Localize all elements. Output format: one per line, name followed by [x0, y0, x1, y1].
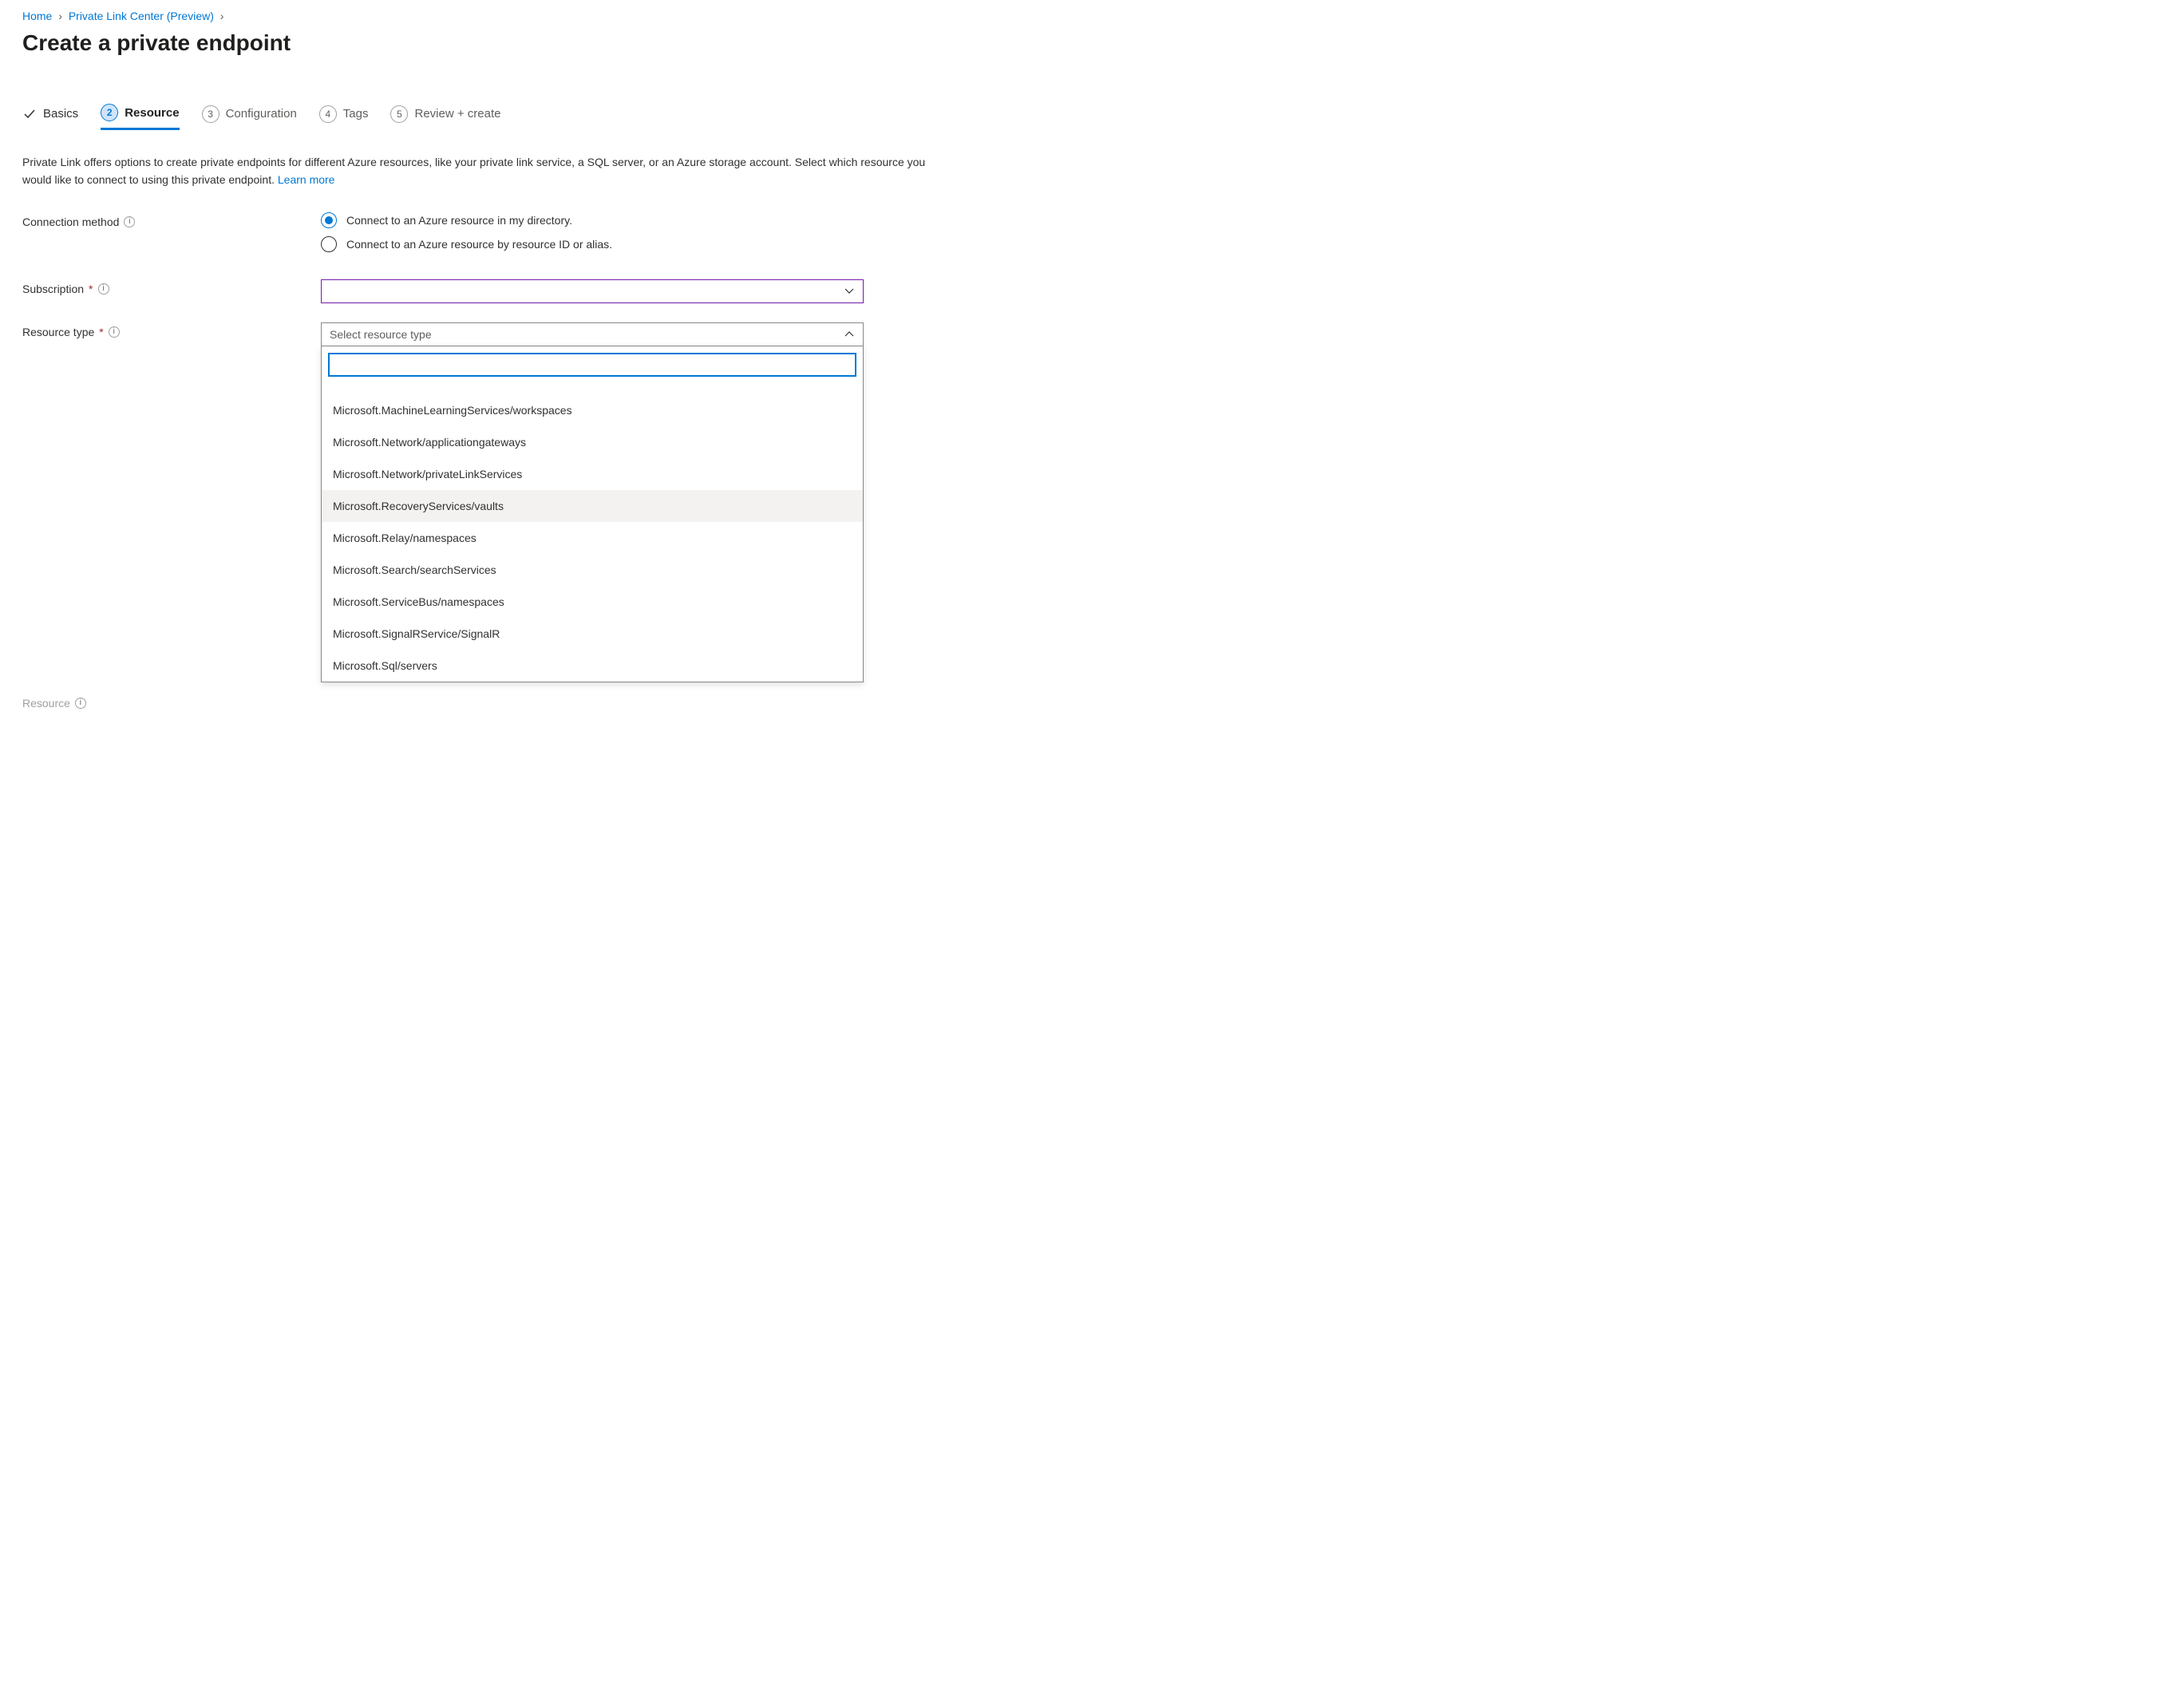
- breadcrumb-private-link-center[interactable]: Private Link Center (Preview): [69, 10, 214, 22]
- resource-type-option[interactable]: Microsoft.RecoveryServices/vaults: [322, 490, 863, 522]
- label-text: Subscription: [22, 283, 84, 295]
- field-connection-method: Connection method i Connect to an Azure …: [22, 212, 2153, 260]
- resource-type-search-input[interactable]: [328, 353, 856, 377]
- resource-type-dropdown[interactable]: Select resource type: [321, 322, 864, 346]
- chevron-down-icon: [844, 286, 855, 297]
- learn-more-link[interactable]: Learn more: [278, 173, 335, 186]
- field-resource-type: Resource type * i Select resource type ……: [22, 322, 2153, 682]
- tab-label: Tags: [343, 107, 369, 121]
- info-icon[interactable]: i: [75, 698, 86, 709]
- required-indicator: *: [99, 326, 103, 338]
- radio-indicator: [321, 212, 337, 228]
- resource-type-option[interactable]: Microsoft.SignalRService/SignalR: [322, 618, 863, 650]
- info-icon[interactable]: i: [124, 216, 135, 227]
- resource-type-option[interactable]: Microsoft.Sql/servers: [322, 650, 863, 682]
- resource-type-flyout: …………………, ………Microsoft.MachineLearningSer…: [321, 346, 864, 682]
- breadcrumb-home[interactable]: Home: [22, 10, 52, 22]
- breadcrumb: Home › Private Link Center (Preview) ›: [22, 10, 2153, 22]
- field-resource: Resource i: [22, 694, 2153, 710]
- resource-type-option-list: …………………, ………Microsoft.MachineLearningSer…: [322, 383, 863, 682]
- field-label: Connection method i: [22, 212, 302, 228]
- tab-label: Resource: [125, 106, 179, 120]
- resource-type-option[interactable]: Microsoft.Search/searchServices: [322, 554, 863, 586]
- radio-indicator: [321, 236, 337, 252]
- label-text: Connection method: [22, 215, 119, 228]
- field-label: Resource i: [22, 694, 302, 710]
- chevron-right-icon: ›: [58, 10, 62, 22]
- resource-type-option[interactable]: Microsoft.Network/applicationgateways: [322, 426, 863, 458]
- wizard-tabs: Basics 2 Resource 3 Configuration 4 Tags…: [22, 104, 2153, 130]
- tab-label: Configuration: [226, 107, 297, 121]
- checkmark-icon: [22, 107, 37, 121]
- intro-body: Private Link offers options to create pr…: [22, 156, 925, 186]
- resource-type-option[interactable]: Microsoft.ServiceBus/namespaces: [322, 586, 863, 618]
- tab-configuration[interactable]: 3 Configuration: [202, 105, 297, 129]
- info-icon[interactable]: i: [98, 283, 109, 295]
- label-text: Resource: [22, 697, 70, 710]
- field-label: Subscription * i: [22, 279, 302, 295]
- radio-connect-my-directory[interactable]: Connect to an Azure resource in my direc…: [321, 212, 864, 228]
- radio-label: Connect to an Azure resource by resource…: [346, 238, 612, 251]
- required-indicator: *: [89, 283, 93, 295]
- tab-tags[interactable]: 4 Tags: [319, 105, 369, 129]
- tab-label: Review + create: [414, 107, 500, 121]
- dropdown-placeholder: Select resource type: [330, 328, 432, 341]
- chevron-right-icon: ›: [220, 10, 224, 22]
- tab-basics[interactable]: Basics: [22, 107, 78, 128]
- radio-label: Connect to an Azure resource in my direc…: [346, 214, 572, 227]
- label-text: Resource type: [22, 326, 94, 338]
- resource-type-option[interactable]: Microsoft.Relay/namespaces: [322, 522, 863, 554]
- chevron-up-icon: [844, 329, 855, 340]
- tab-resource[interactable]: 2 Resource: [101, 104, 179, 130]
- page-title: Create a private endpoint: [22, 30, 2153, 56]
- resource-type-option[interactable]: Microsoft.Network/privateLinkServices: [322, 458, 863, 490]
- radio-connect-by-id[interactable]: Connect to an Azure resource by resource…: [321, 236, 864, 252]
- tab-review-create[interactable]: 5 Review + create: [390, 105, 500, 129]
- intro-text: Private Link offers options to create pr…: [22, 154, 948, 188]
- step-number: 5: [390, 105, 408, 123]
- list-item-truncated: …………………, ………: [322, 383, 863, 394]
- field-label: Resource type * i: [22, 322, 302, 338]
- step-number: 3: [202, 105, 219, 123]
- tab-label: Basics: [43, 107, 78, 121]
- subscription-dropdown[interactable]: [321, 279, 864, 303]
- step-number: 2: [101, 104, 118, 121]
- resource-type-option[interactable]: Microsoft.MachineLearningServices/worksp…: [322, 394, 863, 426]
- field-subscription: Subscription * i: [22, 279, 2153, 303]
- step-number: 4: [319, 105, 337, 123]
- info-icon[interactable]: i: [109, 326, 120, 338]
